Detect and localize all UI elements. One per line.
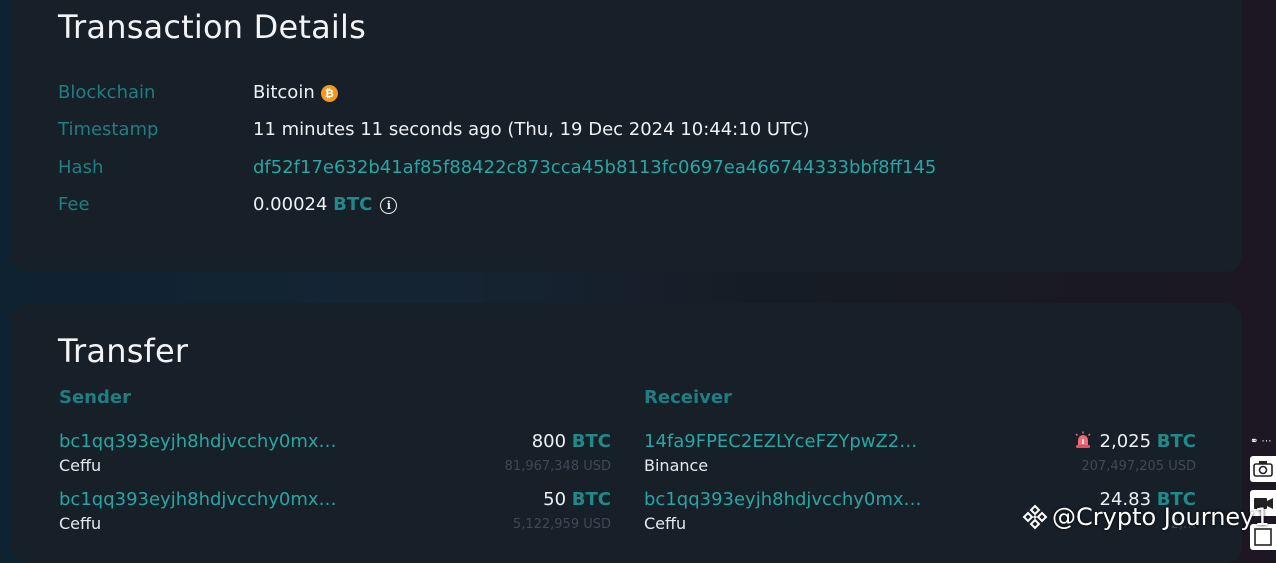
siren-icon [1074, 431, 1091, 448]
blockchain-row: Blockchain Bitcoin ₿ [58, 82, 1158, 104]
sender-usd-value: 5,122,959 USD [512, 517, 611, 532]
info-icon[interactable]: i [380, 197, 398, 214]
binance-logo-icon [1022, 504, 1048, 530]
receiver-amount: 2,025 BTC [1074, 431, 1196, 452]
sender-address-link[interactable]: bc1qq393eyjh8hdjvcchy0mx… [59, 431, 337, 452]
sender-row: bc1qq393eyjh8hdjvcchy0mx… Ceffu 50 BTC 5… [59, 489, 611, 539]
receiver-usd-value: 207,497,205 USD [1081, 459, 1196, 474]
timestamp-row: Timestamp 11 minutes 11 seconds ago (Thu… [58, 119, 1158, 141]
receiver-address-link[interactable]: 14fa9FPEC2EZLYceFZYpwZ2… [644, 431, 917, 452]
fee-row: Fee 0.00024 BTC i [58, 194, 1158, 216]
receiver-amount-value: 2,025 [1099, 431, 1152, 452]
blockchain-value-wrap: Bitcoin ₿ [253, 82, 338, 103]
sender-amount: 50 BTC [543, 489, 611, 510]
sender-amount-value: 800 [531, 431, 567, 452]
watermark-text: @Crypto Journey1 [1052, 503, 1270, 531]
sender-usd-value: 81,967,348 USD [504, 459, 611, 474]
receiver-address-link[interactable]: bc1qq393eyjh8hdjvcchy0mx… [644, 489, 922, 510]
receiver-heading: Receiver [644, 387, 732, 408]
timestamp-label: Timestamp [58, 119, 159, 140]
receiver-owner: Ceffu [644, 514, 687, 533]
blockchain-label: Blockchain [58, 82, 156, 103]
watermark: @Crypto Journey1 [1022, 503, 1270, 531]
bitcoin-icon: ₿ [320, 85, 338, 102]
transaction-details-title: Transaction Details [58, 8, 366, 46]
receiver-owner: Binance [644, 456, 709, 475]
sender-amount-value: 50 [543, 489, 567, 510]
hash-row: Hash df52f17e632b41af85f88422c873cca45b8… [58, 157, 1158, 179]
link-more-icon[interactable]: ⚭ ⋯ [1250, 436, 1276, 450]
sender-owner: Ceffu [59, 514, 102, 533]
fee-unit: BTC [333, 194, 373, 215]
camera-icon[interactable] [1250, 456, 1276, 482]
fee-value-wrap: 0.00024 BTC i [253, 194, 398, 215]
sender-heading: Sender [59, 387, 131, 408]
sender-row: bc1qq393eyjh8hdjvcchy0mx… Ceffu 800 BTC … [59, 431, 611, 481]
fee-value: 0.00024 [253, 194, 328, 215]
hash-link[interactable]: df52f17e632b41af85f88422c873cca45b8113fc… [253, 157, 936, 178]
sender-amount-unit: BTC [571, 431, 611, 452]
transaction-details-card: Transaction Details Blockchain Bitcoin ₿ … [12, 0, 1242, 272]
receiver-row: 14fa9FPEC2EZLYceFZYpwZ2… Binance 2,025 B… [644, 431, 1196, 481]
fee-label: Fee [58, 194, 90, 215]
sender-amount: 800 BTC [532, 431, 611, 452]
sender-owner: Ceffu [59, 456, 102, 475]
receiver-amount-unit: BTC [1156, 431, 1196, 452]
hash-label: Hash [58, 157, 104, 178]
blockchain-value: Bitcoin [253, 82, 315, 103]
sender-address-link[interactable]: bc1qq393eyjh8hdjvcchy0mx… [59, 489, 337, 510]
timestamp-value: 11 minutes 11 seconds ago (Thu, 19 Dec 2… [253, 119, 810, 140]
sender-amount-unit: BTC [571, 489, 611, 510]
transfer-title: Transfer [58, 332, 189, 370]
